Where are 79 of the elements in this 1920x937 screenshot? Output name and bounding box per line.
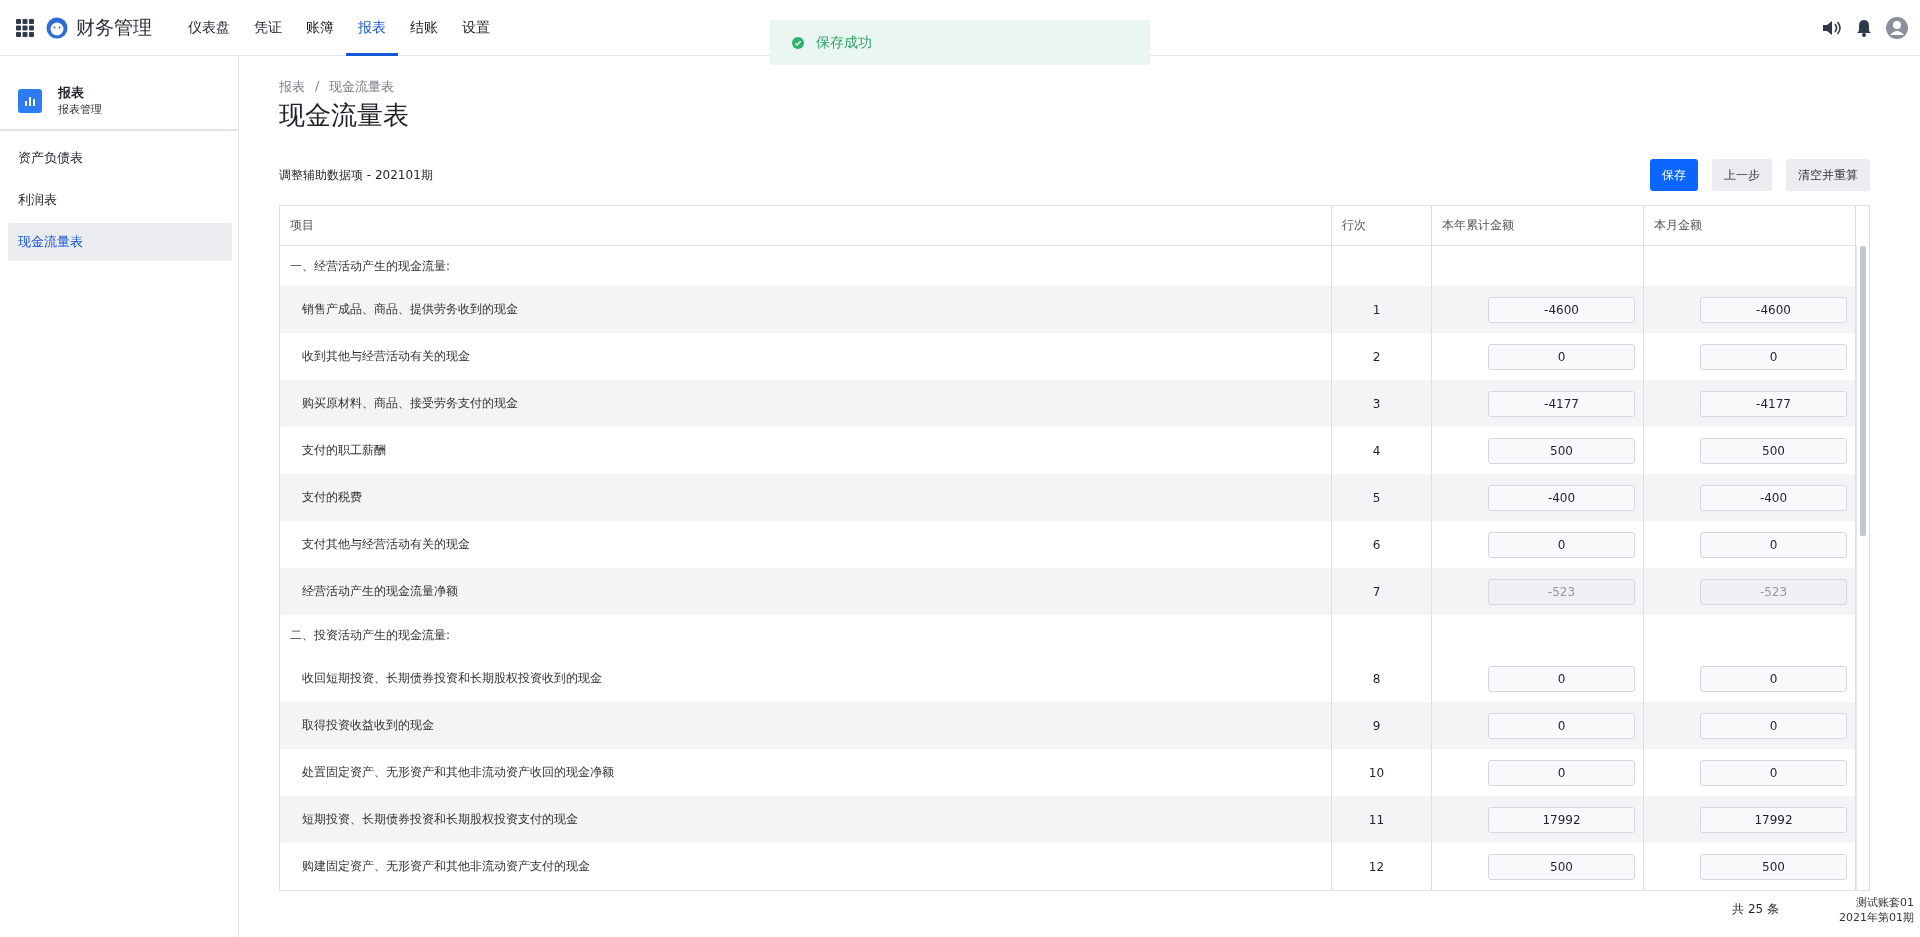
amount-field[interactable]: 0	[1700, 712, 1847, 739]
section-label: 一、经营活动产生的现金流量:	[290, 257, 451, 275]
item-label: 支付其他与经营活动有关的现金	[301, 536, 470, 553]
nav-tab[interactable]: 账簿	[294, 0, 346, 56]
breadcrumb-link[interactable]: 现金流量表	[329, 78, 395, 96]
line-number: 2	[1372, 349, 1381, 364]
check-circle-icon	[792, 36, 804, 49]
amount-field[interactable]: 500	[1488, 853, 1635, 880]
nav-tab[interactable]: 报表	[346, 0, 398, 56]
sidebar-title: 报表	[58, 84, 85, 102]
item-label: 处置固定资产、无形资产和其他非流动资产收回的现金净额	[301, 764, 614, 781]
item-label: 收回短期投资、长期债券投资和长期股权投资收到的现金	[301, 670, 602, 687]
amount-field[interactable]: 0	[1488, 665, 1635, 692]
amount-field[interactable]: 0	[1488, 343, 1635, 370]
line-number: 5	[1372, 490, 1381, 505]
line-number: 7	[1372, 584, 1381, 599]
amount-field[interactable]: -4600	[1488, 296, 1635, 323]
item-label: 购建固定资产、无形资产和其他非流动资产支付的现金	[301, 858, 590, 875]
amount-field[interactable]: 0	[1700, 665, 1847, 692]
amount-field[interactable]: 17992	[1700, 806, 1847, 833]
breadcrumb-link[interactable]: 报表	[279, 78, 305, 96]
total-count: 共 25 条	[1732, 901, 1779, 918]
amount-field[interactable]: -400	[1700, 484, 1847, 511]
item-label: 购买原材料、商品、接受劳务支付的现金	[301, 395, 518, 412]
amount-field[interactable]: 0	[1700, 531, 1847, 558]
item-label: 取得投资收益收到的现金	[301, 717, 434, 734]
line-number: 9	[1372, 718, 1381, 733]
item-label: 短期投资、长期债券投资和长期股权投资支付的现金	[301, 811, 578, 828]
sidebar-item[interactable]: 资产负债表	[8, 139, 232, 177]
chart-icon	[18, 88, 42, 113]
line-number: 11	[1368, 812, 1385, 827]
bell-icon[interactable]	[1856, 18, 1872, 37]
item-label: 支付的税费	[301, 489, 362, 506]
speaker-icon[interactable]	[1822, 18, 1842, 37]
sidebar-item[interactable]: 利润表	[8, 181, 232, 219]
page-title: 现金流量表	[279, 99, 410, 132]
line-number: 3	[1372, 396, 1381, 411]
scrollbar[interactable]	[1856, 246, 1869, 890]
item-label: 收到其他与经营活动有关的现金	[301, 348, 470, 365]
line-number: 8	[1372, 671, 1381, 686]
user-avatar-icon[interactable]	[1886, 16, 1908, 39]
nav-tab[interactable]: 凭证	[242, 0, 294, 56]
breadcrumb-separator: /	[315, 78, 320, 95]
amount-field[interactable]: -400	[1488, 484, 1635, 511]
amount-field[interactable]: 0	[1488, 759, 1635, 786]
line-number: 1	[1372, 302, 1381, 317]
line-number: 6	[1372, 537, 1381, 552]
toast-message: 保存成功	[816, 33, 872, 52]
account-name: 测试账套01	[1855, 895, 1914, 910]
amount-field[interactable]: 0	[1488, 531, 1635, 558]
item-label: 经营活动产生的现金流量净额	[301, 583, 458, 600]
line-number: 12	[1368, 859, 1385, 874]
action-button[interactable]: 保存	[1650, 159, 1698, 191]
action-button[interactable]: 上一步	[1712, 159, 1772, 191]
section-label: 二、投资活动产生的现金流量:	[290, 626, 451, 644]
sidebar-item[interactable]: 现金流量表	[8, 223, 232, 261]
app-title: 财务管理	[76, 14, 152, 40]
line-number: 4	[1372, 443, 1381, 458]
amount-field[interactable]: 0	[1488, 712, 1635, 739]
nav-tab[interactable]: 结账	[398, 0, 450, 56]
action-button[interactable]: 清空并重算	[1786, 159, 1870, 191]
account-period: 2021年第01期	[1839, 910, 1914, 925]
nav-tab[interactable]: 设置	[450, 0, 502, 56]
amount-field[interactable]: 500	[1488, 437, 1635, 464]
item-label: 销售产成品、商品、提供劳务收到的现金	[301, 301, 518, 318]
amount-field[interactable]: -4177	[1488, 390, 1635, 417]
amount-field[interactable]: -4177	[1700, 390, 1847, 417]
amount-field[interactable]: 0	[1700, 343, 1847, 370]
amount-field[interactable]: 0	[1700, 759, 1847, 786]
line-number: 10	[1368, 765, 1385, 780]
amount-field[interactable]: 500	[1700, 437, 1847, 464]
nav-tab[interactable]: 仪表盘	[176, 0, 242, 56]
item-label: 支付的职工薪酬	[301, 442, 386, 459]
period-subtitle: 调整辅助数据项 - 202101期	[279, 166, 433, 184]
amount-field[interactable]: 500	[1700, 853, 1847, 880]
apps-grid-icon[interactable]	[16, 18, 34, 37]
amount-field[interactable]: -4600	[1700, 296, 1847, 323]
amount-field[interactable]: 17992	[1488, 806, 1635, 833]
sidebar-subtitle: 报表管理	[58, 102, 102, 117]
